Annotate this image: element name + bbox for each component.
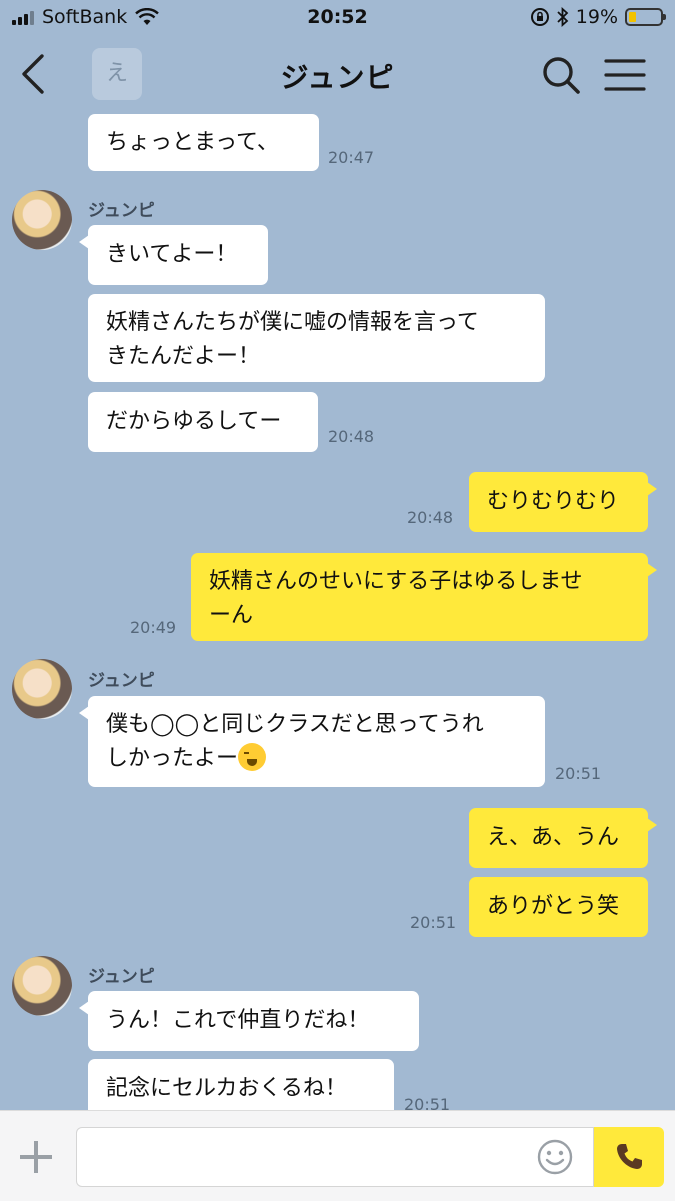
message-time: 20:49 xyxy=(130,618,177,637)
message-time: 20:51 xyxy=(410,913,457,932)
sender-name: ジュンピ xyxy=(88,671,155,691)
message-text: 記念にセルカおくるね！ xyxy=(106,1076,347,1101)
message-bubble[interactable]: きいてよー！ xyxy=(79,225,268,285)
message-text: え、あ、うん xyxy=(487,825,620,850)
avatar[interactable] xyxy=(12,190,72,250)
sender-name: ジュンピ xyxy=(88,201,155,221)
message-bubble[interactable]: 妖精さんたちが僕に嘘の情報を言って きたんだよー！ xyxy=(88,294,545,382)
battery-icon xyxy=(625,8,666,26)
battery-percent: 19% xyxy=(575,6,618,28)
bluetooth-icon xyxy=(557,7,569,27)
smiley-icon[interactable] xyxy=(536,1138,574,1176)
message-line: しかったよー xyxy=(106,746,239,771)
plus-icon[interactable] xyxy=(18,1139,54,1175)
call-button[interactable] xyxy=(594,1127,664,1187)
message-bubble[interactable]: むりむりむり xyxy=(469,472,657,532)
message-text: ちょっとまって、 xyxy=(106,129,279,155)
menu-icon[interactable] xyxy=(604,58,646,92)
avatar[interactable] xyxy=(12,956,72,1016)
sender-name: ジュンピ xyxy=(88,967,155,987)
avatar[interactable] xyxy=(12,659,72,719)
message-time: 20:51 xyxy=(555,764,602,783)
input-bar xyxy=(0,1110,675,1201)
message-text: むりむりむり xyxy=(487,489,620,514)
message-bubble[interactable]: 妖精さんのせいにする子はゆるしませ ーん xyxy=(191,553,657,641)
message-text: うん！これで仲直りだね！ xyxy=(106,1008,370,1033)
message-text: だからゆるしてー xyxy=(106,409,282,434)
phone-icon xyxy=(617,1144,642,1169)
message-time: 20:48 xyxy=(328,427,375,446)
message-input[interactable] xyxy=(76,1127,594,1187)
message-line: ーん xyxy=(209,603,254,628)
chat-header: え ジュンピ xyxy=(0,38,675,114)
message-bubble[interactable]: だからゆるしてー xyxy=(88,392,318,452)
message-text: ありがとう笑 xyxy=(487,894,620,919)
message-time: 20:48 xyxy=(407,508,454,527)
message-bubble[interactable]: うん！これで仲直りだね！ xyxy=(79,991,419,1051)
message-bubble[interactable]: ありがとう笑 xyxy=(469,877,648,937)
loudly-crying-face-icon xyxy=(238,743,267,771)
status-right: 19% xyxy=(530,6,666,28)
message-time: 20:47 xyxy=(328,148,375,167)
message-line: 僕も◯◯と同じクラスだと思ってうれ xyxy=(106,712,484,737)
message-bubble[interactable]: え、あ、うん xyxy=(469,808,657,868)
message-line: 妖精さんたちが僕に嘘の情報を言って xyxy=(106,310,479,335)
message-line: 妖精さんのせいにする子はゆるしませ xyxy=(209,569,583,594)
message-text: きいてよー！ xyxy=(106,242,238,267)
search-icon[interactable] xyxy=(540,54,582,96)
chat-area[interactable]: ちょっとまって、 20:47 ジュンピ きいてよー！ 妖精さんたちが僕に嘘の情報… xyxy=(0,114,675,1110)
message-bubble[interactable]: 記念にセルカおくるね！ xyxy=(88,1059,394,1110)
orientation-lock-icon xyxy=(530,8,549,26)
message-line: きたんだよー！ xyxy=(106,344,261,369)
message-bubble[interactable]: ちょっとまって、 xyxy=(88,114,319,171)
message-time: 20:51 xyxy=(404,1095,451,1110)
message-bubble[interactable]: 僕も◯◯と同じクラスだと思ってうれ しかったよー xyxy=(79,696,545,787)
status-bar: SoftBank 20:52 19% xyxy=(0,0,675,38)
